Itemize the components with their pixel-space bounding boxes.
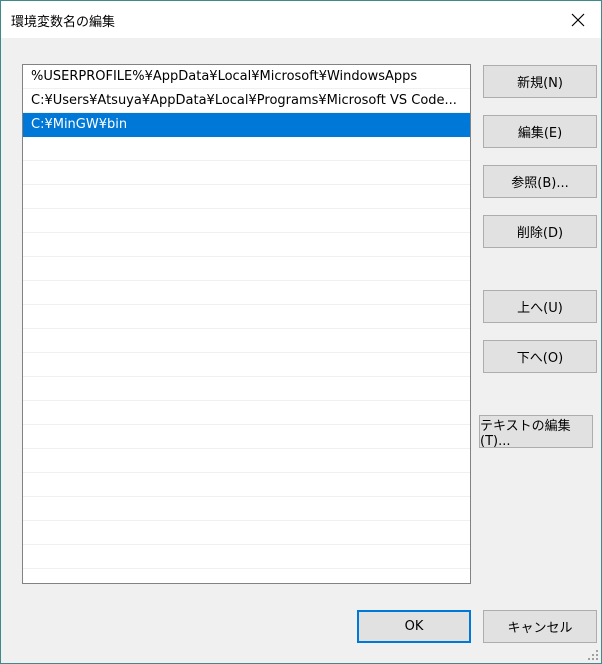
empty-row[interactable] [23, 353, 470, 377]
edit-env-variable-dialog: 環境変数名の編集 %USERPROFILE%¥AppData¥Local¥Mic… [0, 0, 602, 664]
empty-row[interactable] [23, 161, 470, 185]
title-bar: 環境変数名の編集 [1, 1, 601, 38]
empty-row[interactable] [23, 281, 470, 305]
ok-button[interactable]: OK [357, 610, 471, 643]
empty-row[interactable] [23, 185, 470, 209]
resize-grip-icon[interactable] [587, 649, 599, 661]
close-button[interactable] [555, 1, 601, 38]
edit-text-button[interactable]: テキストの編集(T)... [479, 415, 593, 449]
browse-button[interactable]: 参照(B)... [483, 165, 597, 198]
move-down-button[interactable]: 下へ(O) [483, 340, 597, 373]
empty-row[interactable] [23, 233, 470, 257]
empty-row[interactable] [23, 257, 470, 281]
empty-row[interactable] [23, 521, 470, 545]
dialog-title: 環境変数名の編集 [11, 15, 116, 30]
empty-row[interactable] [23, 473, 470, 497]
list-item[interactable]: %USERPROFILE%¥AppData¥Local¥Microsoft¥Wi… [23, 65, 470, 89]
cancel-button[interactable]: キャンセル [483, 610, 597, 643]
move-up-button[interactable]: 上へ(U) [483, 290, 597, 323]
path-list[interactable]: %USERPROFILE%¥AppData¥Local¥Microsoft¥Wi… [22, 64, 471, 584]
delete-button[interactable]: 削除(D) [483, 215, 597, 248]
empty-row[interactable] [23, 137, 470, 161]
close-icon [571, 13, 585, 26]
empty-row[interactable] [23, 329, 470, 353]
empty-row[interactable] [23, 401, 470, 425]
empty-row[interactable] [23, 305, 470, 329]
empty-row[interactable] [23, 449, 470, 473]
new-button[interactable]: 新規(N) [483, 65, 597, 98]
list-item[interactable]: C:¥Users¥Atsuya¥AppData¥Local¥Programs¥M… [23, 89, 470, 113]
empty-row[interactable] [23, 377, 470, 401]
list-item-selected[interactable]: C:¥MinGW¥bin [23, 113, 470, 137]
empty-row[interactable] [23, 569, 470, 583]
empty-row[interactable] [23, 209, 470, 233]
empty-row[interactable] [23, 545, 470, 569]
edit-button[interactable]: 編集(E) [483, 115, 597, 148]
empty-row[interactable] [23, 497, 470, 521]
empty-row[interactable] [23, 425, 470, 449]
